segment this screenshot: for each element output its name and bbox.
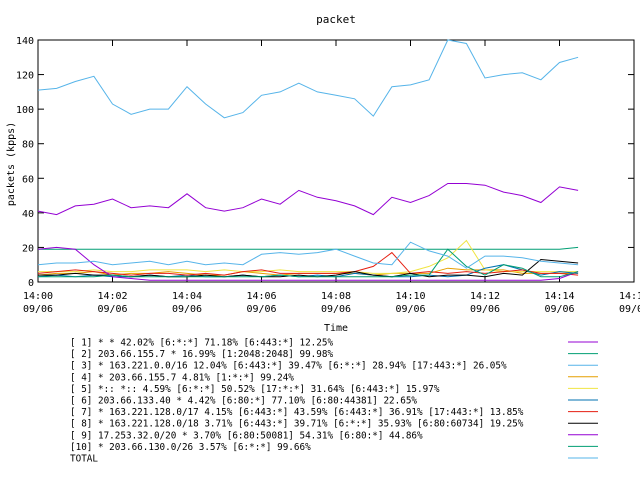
x-tick-label-time: 14:00 [23,291,53,302]
x-tick-label-time: 14:10 [395,291,425,302]
series-line-11 [37,241,579,269]
x-tick-label-time: 14:02 [97,291,127,302]
x-tick-label-date: 09/06 [470,304,500,315]
legend-label-4: [ 4] * 203.66.155.7 4.81% [1:*:*] 99.24% [70,372,294,383]
legend-label-1: [ 1] * * 42.02% [6:*:*] 71.18% [6:443:*]… [70,338,333,349]
y-tick-label: 120 [16,71,34,82]
legend-label-9: [ 9] 17.253.32.0/20 * 3.70% [6:80:50081]… [70,430,423,441]
chart-title: packet [316,13,356,26]
x-axis-label: Time [324,323,348,334]
legend-label-5: [ 5] *:: *:: 4.59% [6:*:*] 50.52% [17:*:… [70,384,440,395]
legend-label-2: [ 2] 203.66.155.7 * 16.99% [1:2048:2048]… [70,349,333,360]
chart: packet packets (kpps) Time 0 20 40 60 80 100 1… [6,13,640,465]
legend-label-11: TOTAL [70,454,98,465]
legend-label-10: [10] * 203.66.130.0/26 3.57% [6:*:*] 99.… [70,442,311,453]
series-line-1 [37,183,579,216]
legend: [ 1] * * 42.02% [6:*:*] 71.18% [6:443:*]… [70,338,598,465]
y-tick-label: 40 [22,209,34,220]
legend-label-6: [ 6] 203.66.133.40 * 4.42% [6:80:*] 77.1… [70,396,417,407]
x-tick-label-time: 14:12 [470,291,500,302]
legend-label-8: [ 8] * 163.221.128.0/18 3.71% [6:443:*] … [70,419,524,430]
x-tick-label-time: 14:06 [246,291,276,302]
y-tick-label: 100 [16,105,34,116]
x-tick-label-date: 09/06 [321,304,351,315]
x-tick-label-date: 09/06 [395,304,425,315]
y-tick-label: 80 [22,140,34,151]
x-tick-label-time: 14:08 [321,291,351,302]
series-lines [37,39,579,281]
series-line-3 [37,39,579,119]
y-axis-label: packets (kpps) [6,122,17,206]
x-tick-label-date: 09/06 [544,304,574,315]
y-tick-label: 20 [22,243,34,254]
x-tick-label-time: 14:14 [544,291,574,302]
y-tick-label: 0 [28,278,34,289]
legend-label-3: [ 3] * 163.221.0.0/16 12.04% [6:443:*] 3… [70,361,507,372]
x-tick-label-date: 09/06 [172,304,202,315]
x-tick-label-time: 14:04 [172,291,202,302]
x-tick-label-time: 14:16 [619,291,640,302]
x-tick-label-date: 09/06 [97,304,127,315]
x-tick-label-date: 09/06 [619,304,640,315]
y-tick-label: 140 [16,36,34,47]
x-tick-label-date: 09/06 [246,304,276,315]
series-line-2 [38,246,579,250]
legend-label-7: [ 7] * 163.221.128.0/17 4.15% [6:443:*] … [70,407,524,418]
x-tick-label-date: 09/06 [23,304,53,315]
y-tick-label: 60 [22,174,34,185]
